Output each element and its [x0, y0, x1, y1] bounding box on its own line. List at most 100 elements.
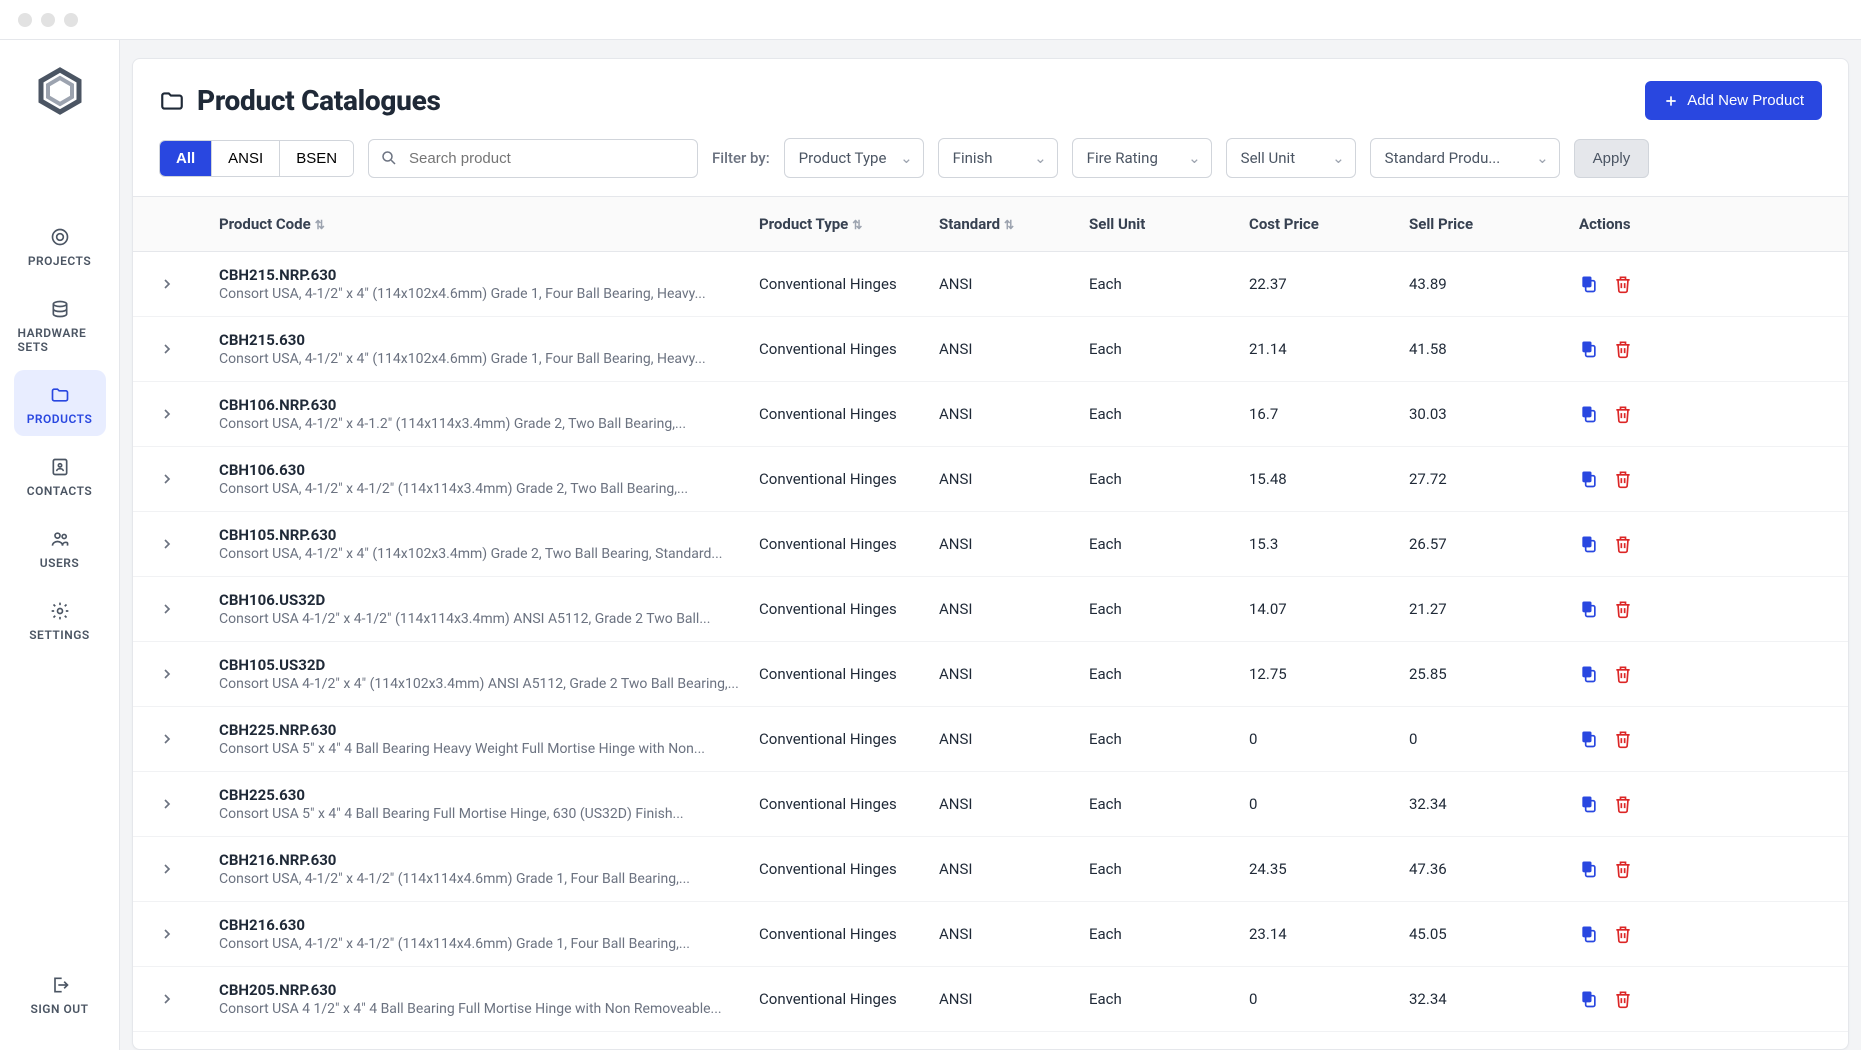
filter-standard-product[interactable]: Standard Produ...⌄ [1370, 138, 1560, 178]
filter-finish[interactable]: Finish⌄ [938, 138, 1058, 178]
expand-row-button[interactable] [159, 991, 219, 1007]
table-row: CBH106.630 Consort USA, 4-1/2" x 4-1/2" … [133, 447, 1848, 512]
sidebar-item-users[interactable]: USERS [14, 514, 106, 580]
sidebar-item-sign-out[interactable]: SIGN OUT [14, 960, 106, 1026]
filter-fire-rating[interactable]: Fire Rating⌄ [1072, 138, 1212, 178]
folder-icon [49, 384, 71, 406]
sell-unit-cell: Each [1089, 730, 1249, 748]
col-product-code[interactable]: Product Code⇅ [219, 215, 759, 233]
delete-icon[interactable] [1613, 794, 1633, 814]
delete-icon[interactable] [1613, 924, 1633, 944]
product-code: CBH105.US32D [219, 656, 759, 674]
copy-icon[interactable] [1579, 794, 1599, 814]
search-input[interactable] [368, 139, 698, 178]
delete-icon[interactable] [1613, 469, 1633, 489]
copy-icon[interactable] [1579, 339, 1599, 359]
sidebar-item-contacts[interactable]: CONTACTS [14, 442, 106, 508]
expand-row-button[interactable] [159, 926, 219, 942]
copy-icon[interactable] [1579, 534, 1599, 554]
expand-row-button[interactable] [159, 406, 219, 422]
filter-product-type[interactable]: Product Type⌄ [784, 138, 924, 178]
table-header: Product Code⇅ Product Type⇅ Standard⇅ Se… [133, 197, 1848, 252]
tab-ansi[interactable]: ANSI [212, 141, 280, 176]
sort-icon: ⇅ [1004, 218, 1014, 232]
product-description: Consort USA, 4-1/2" x 4" (114x102x4.6mm)… [219, 286, 739, 302]
add-new-product-button[interactable]: Add New Product [1645, 81, 1822, 120]
tab-all[interactable]: All [160, 141, 212, 176]
col-standard[interactable]: Standard⇅ [939, 215, 1089, 233]
cost-price-cell: 14.07 [1249, 600, 1409, 618]
copy-icon[interactable] [1579, 989, 1599, 1009]
standard-cell: ANSI [939, 535, 1089, 553]
expand-row-button[interactable] [159, 666, 219, 682]
sidebar-item-label: SIGN OUT [31, 1002, 89, 1016]
expand-row-button[interactable] [159, 861, 219, 877]
copy-icon[interactable] [1579, 664, 1599, 684]
delete-icon[interactable] [1613, 729, 1633, 749]
copy-icon[interactable] [1579, 469, 1599, 489]
tab-bsen[interactable]: BSEN [280, 141, 353, 176]
apply-button[interactable]: Apply [1574, 139, 1650, 178]
sell-unit-cell: Each [1089, 795, 1249, 813]
product-type-cell: Conventional Hinges [759, 405, 939, 423]
delete-icon[interactable] [1613, 989, 1633, 1009]
expand-row-button[interactable] [159, 471, 219, 487]
expand-row-button[interactable] [159, 276, 219, 292]
expand-row-button[interactable] [159, 341, 219, 357]
delete-icon[interactable] [1613, 534, 1633, 554]
traffic-light-minimize[interactable] [41, 13, 55, 27]
delete-icon[interactable] [1613, 859, 1633, 879]
product-type-cell: Conventional Hinges [759, 275, 939, 293]
sell-price-cell: 26.57 [1409, 535, 1579, 553]
sidebar-item-products[interactable]: PRODUCTS [14, 370, 106, 436]
chevron-down-icon: ⌄ [900, 149, 913, 167]
filter-sell-unit[interactable]: Sell Unit⌄ [1226, 138, 1356, 178]
sell-unit-cell: Each [1089, 275, 1249, 293]
delete-icon[interactable] [1613, 664, 1633, 684]
copy-icon[interactable] [1579, 729, 1599, 749]
sell-price-cell: 45.05 [1409, 925, 1579, 943]
product-description: Consort USA 4-1/2" x 4-1/2" (114x114x3.4… [219, 611, 739, 627]
delete-icon[interactable] [1613, 599, 1633, 619]
sidebar-item-settings[interactable]: SETTINGS [14, 586, 106, 652]
sell-price-cell: 41.58 [1409, 340, 1579, 358]
expand-row-button[interactable] [159, 796, 219, 812]
sidebar-item-hardware-sets[interactable]: HARDWARE SETS [14, 284, 106, 364]
product-description: Consort USA, 4-1/2" x 4-1/2" (114x114x4.… [219, 871, 739, 887]
app-logo [35, 66, 85, 116]
delete-icon[interactable] [1613, 339, 1633, 359]
delete-icon[interactable] [1613, 404, 1633, 424]
table-row: CBH225.630 Consort USA 5" x 4" 4 Ball Be… [133, 772, 1848, 837]
sell-price-cell: 47.36 [1409, 860, 1579, 878]
cost-price-cell: 22.37 [1249, 275, 1409, 293]
sign-out-icon [49, 974, 71, 996]
copy-icon[interactable] [1579, 599, 1599, 619]
expand-row-button[interactable] [159, 601, 219, 617]
expand-row-button[interactable] [159, 536, 219, 552]
copy-icon[interactable] [1579, 924, 1599, 944]
sell-price-cell: 21.27 [1409, 600, 1579, 618]
traffic-light-zoom[interactable] [64, 13, 78, 27]
cost-price-cell: 23.14 [1249, 925, 1409, 943]
chevron-down-icon: ⌄ [1188, 149, 1201, 167]
copy-icon[interactable] [1579, 274, 1599, 294]
sidebar-item-projects[interactable]: PROJECTS [14, 212, 106, 278]
expand-row-button[interactable] [159, 731, 219, 747]
copy-icon[interactable] [1579, 404, 1599, 424]
sidebar-item-label: PROJECTS [28, 254, 91, 268]
target-icon [49, 226, 71, 248]
delete-icon[interactable] [1613, 274, 1633, 294]
sidebar-item-label: CONTACTS [27, 484, 92, 498]
sell-unit-cell: Each [1089, 600, 1249, 618]
table-row: CBH215.630 Consort USA, 4-1/2" x 4" (114… [133, 317, 1848, 382]
col-sell-unit: Sell Unit [1089, 215, 1249, 233]
product-type-cell: Conventional Hinges [759, 795, 939, 813]
traffic-light-close[interactable] [18, 13, 32, 27]
product-code: CBH205.NRP.630 [219, 981, 759, 999]
product-code: CBH225.NRP.630 [219, 721, 759, 739]
col-product-type[interactable]: Product Type⇅ [759, 215, 939, 233]
table-row: CBH215.NRP.630 Consort USA, 4-1/2" x 4" … [133, 252, 1848, 317]
sell-price-cell: 32.34 [1409, 990, 1579, 1008]
copy-icon[interactable] [1579, 859, 1599, 879]
product-type-cell: Conventional Hinges [759, 925, 939, 943]
